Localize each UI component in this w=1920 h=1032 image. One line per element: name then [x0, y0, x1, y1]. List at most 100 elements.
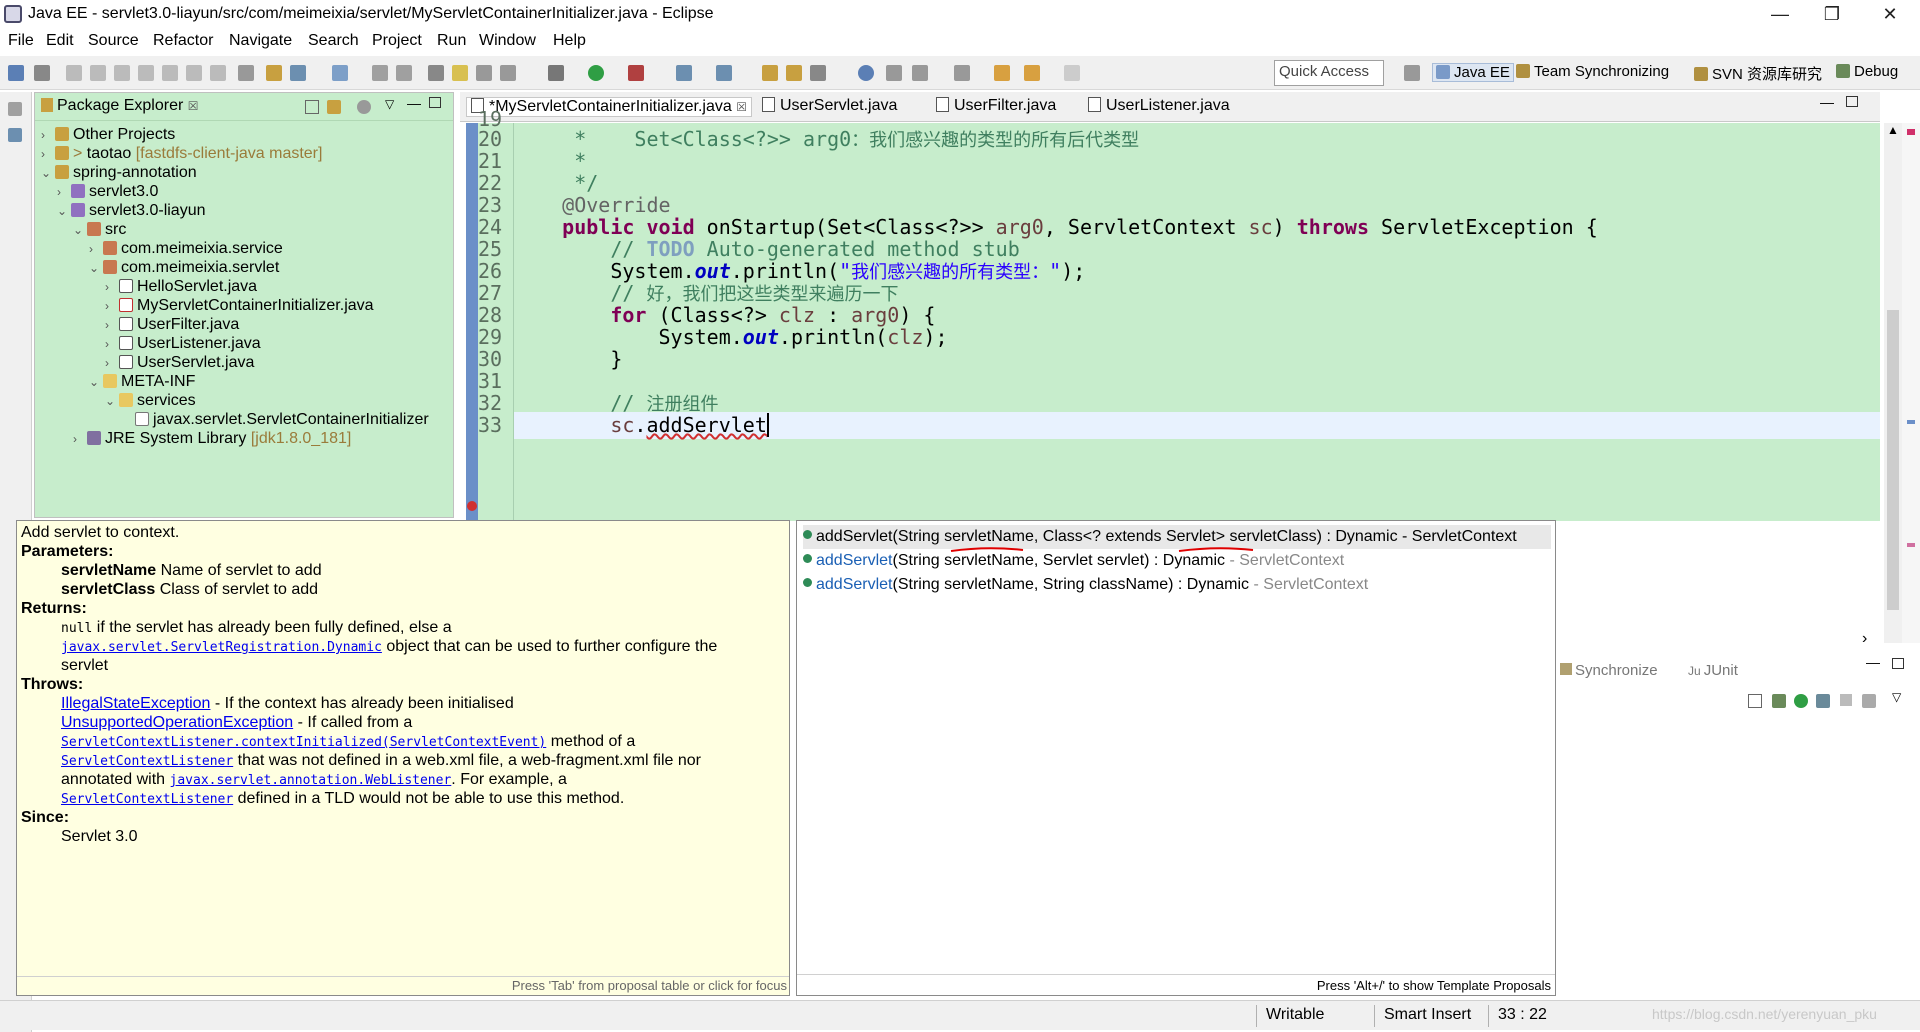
- new-class-icon[interactable]: [676, 65, 692, 81]
- servlet-context-listener-link[interactable]: ServletContextListener: [61, 754, 233, 769]
- annotation-icon[interactable]: [886, 65, 902, 81]
- new-package-icon[interactable]: [716, 65, 732, 81]
- close-tab-icon[interactable]: ☒: [188, 99, 199, 113]
- save-icon[interactable]: [372, 65, 388, 81]
- tree-item-jre[interactable]: › JRE System Library [jdk1.8.0_181]: [73, 427, 351, 450]
- run-last-tool-icon[interactable]: [628, 65, 644, 81]
- collapse-all-icon[interactable]: [1748, 694, 1762, 708]
- menu-edit[interactable]: Edit: [46, 32, 74, 50]
- next-annotation-icon[interactable]: [912, 65, 928, 81]
- collapse-arrow-icon[interactable]: ⌄: [57, 200, 71, 223]
- collapse-arrow-icon[interactable]: ⌄: [41, 162, 55, 185]
- tab-userlistener[interactable]: UserListener.java: [1088, 97, 1230, 115]
- exception-link[interactable]: UnsupportedOperationException: [61, 714, 293, 731]
- maximize-view-icon[interactable]: [1892, 658, 1904, 669]
- toggle-breadcrumb-icon[interactable]: [428, 65, 444, 81]
- perspective-team-sync[interactable]: Team Synchronizing: [1516, 63, 1669, 80]
- perspective-svn[interactable]: SVN 资源库研究: [1694, 63, 1822, 84]
- maximize-view-icon[interactable]: [429, 97, 441, 108]
- close-button[interactable]: ✕: [1866, 0, 1914, 30]
- restore-button[interactable]: ❐: [1808, 0, 1856, 30]
- menu-file[interactable]: File: [8, 32, 34, 50]
- view-menu-icon[interactable]: ▽: [385, 97, 394, 111]
- overview-task-marker[interactable]: [1907, 543, 1915, 547]
- minimize-button[interactable]: —: [1756, 0, 1804, 30]
- block-selection-icon[interactable]: [476, 65, 492, 81]
- weblistener-link[interactable]: javax.servlet.annotation.WebListener: [170, 773, 452, 788]
- step-return-icon[interactable]: [210, 65, 226, 81]
- forward-icon[interactable]: [1064, 65, 1080, 81]
- step-into-icon[interactable]: [162, 65, 178, 81]
- menu-help[interactable]: Help: [553, 32, 586, 50]
- servlet-context-listener-link[interactable]: ServletContextListener: [61, 792, 233, 807]
- show-whitespace-icon[interactable]: [500, 65, 516, 81]
- code-editor[interactable]: * * Set<Class<?>> arg0：我们感兴趣的类型的所有后代类型 *…: [514, 123, 1880, 521]
- context-initialized-link[interactable]: ServletContextListener.contextInitialize…: [61, 735, 546, 750]
- new-java-project-icon[interactable]: [266, 65, 282, 81]
- proposal-item[interactable]: addServlet(String servletName, Servlet s…: [803, 549, 1344, 573]
- prev-annotation-icon[interactable]: [954, 65, 970, 81]
- minimize-editor-icon[interactable]: —: [1820, 94, 1834, 110]
- error-marker-icon[interactable]: [467, 501, 477, 511]
- focus-icon[interactable]: [357, 100, 371, 114]
- proposal-item[interactable]: addServlet(String servletName, String cl…: [803, 573, 1368, 597]
- minimize-view-icon[interactable]: —: [1866, 654, 1880, 670]
- new-icon[interactable]: [8, 65, 24, 81]
- relaunch-icon[interactable]: [1816, 694, 1830, 708]
- restore-view-icon[interactable]: [8, 102, 22, 116]
- menu-search[interactable]: Search: [308, 32, 359, 50]
- tab-userfilter[interactable]: UserFilter.java: [936, 97, 1056, 115]
- menu-source[interactable]: Source: [88, 32, 139, 50]
- open-perspective-icon[interactable]: [1404, 65, 1420, 81]
- overview-ruler[interactable]: [1902, 123, 1920, 643]
- outline-icon[interactable]: [8, 128, 22, 142]
- history-icon[interactable]: [1862, 694, 1876, 708]
- maximize-editor-icon[interactable]: [1846, 96, 1858, 107]
- dynamic-link[interactable]: javax.servlet.ServletRegistration.Dynami…: [61, 640, 382, 655]
- expand-arrow-icon[interactable]: ›: [73, 428, 87, 451]
- package-explorer-tab[interactable]: Package Explorer ☒: [41, 97, 199, 115]
- open-task-icon[interactable]: [786, 65, 802, 81]
- minimize-view-icon[interactable]: —: [407, 95, 421, 111]
- disconnect-icon[interactable]: [138, 65, 154, 81]
- tab-userservlet[interactable]: UserServlet.java: [762, 97, 897, 115]
- last-edit-location-icon[interactable]: [994, 65, 1010, 81]
- javadoc-hover[interactable]: Add servlet to context. Parameters: serv…: [16, 520, 790, 996]
- globe-icon[interactable]: [858, 65, 874, 81]
- close-tab-icon[interactable]: ☒: [736, 100, 747, 114]
- menu-project[interactable]: Project: [372, 32, 422, 50]
- use-step-filters-icon[interactable]: [238, 65, 254, 81]
- open-folder-icon[interactable]: [762, 65, 778, 81]
- stop-icon[interactable]: [1840, 694, 1852, 706]
- new-server-icon[interactable]: [290, 65, 306, 81]
- overview-occurrence-marker[interactable]: [1907, 420, 1915, 424]
- tab-junit[interactable]: Ju JUnit: [1688, 662, 1738, 679]
- overview-error-marker[interactable]: [1907, 129, 1915, 135]
- resume-icon[interactable]: [66, 65, 82, 81]
- collapse-arrow-icon[interactable]: ⌄: [89, 257, 103, 280]
- scrollbar-thumb[interactable]: [1887, 310, 1899, 610]
- open-type-icon[interactable]: [332, 65, 348, 81]
- terminate-icon[interactable]: [114, 65, 130, 81]
- bug-icon[interactable]: [1772, 694, 1786, 708]
- mark-occurrences-icon[interactable]: [452, 65, 468, 81]
- exception-link[interactable]: IllegalStateException: [61, 695, 210, 712]
- collapse-arrow-icon[interactable]: ⌄: [105, 390, 119, 413]
- scroll-right-icon[interactable]: ›: [1862, 630, 1867, 648]
- quick-access-field[interactable]: Quick Access: [1274, 60, 1384, 86]
- step-over-icon[interactable]: [186, 65, 202, 81]
- collapse-arrow-icon[interactable]: ⌄: [89, 371, 103, 394]
- skip-breakpoints-icon[interactable]: [34, 65, 50, 81]
- perspective-javaee[interactable]: Java EE: [1432, 63, 1514, 82]
- link-editor-icon[interactable]: [327, 100, 341, 114]
- editor-annotation-ruler[interactable]: [466, 123, 478, 521]
- save-all-icon[interactable]: [396, 65, 412, 81]
- menu-run[interactable]: Run: [437, 32, 466, 50]
- scroll-up-icon[interactable]: ▲: [1887, 123, 1899, 137]
- menu-navigate[interactable]: Navigate: [229, 32, 292, 50]
- collapse-arrow-icon[interactable]: ⌄: [73, 219, 87, 242]
- back-icon[interactable]: [1024, 65, 1040, 81]
- debug-icon[interactable]: [548, 65, 564, 81]
- run-icon[interactable]: [588, 65, 604, 81]
- search-icon[interactable]: [810, 65, 826, 81]
